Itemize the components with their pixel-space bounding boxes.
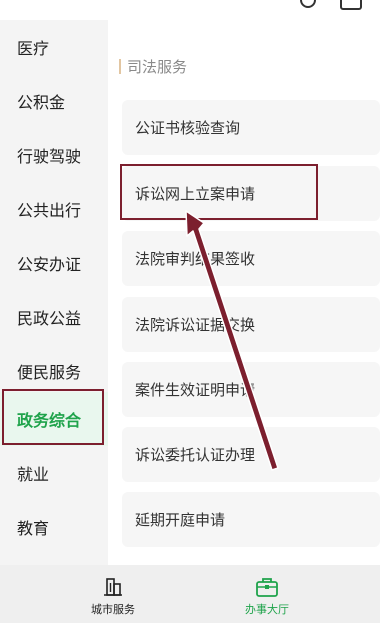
sidebar-item-label: 便民服务	[17, 363, 82, 382]
service-label: 诉讼网上立案申请	[135, 185, 256, 203]
service-effectiveness-certificate[interactable]: 案件生效证明申请	[122, 362, 380, 417]
sidebar-item-civil-affairs[interactable]: 民政公益	[0, 290, 108, 344]
service-online-case-filing[interactable]: 诉讼网上立案申请	[122, 166, 380, 221]
sidebar-item-label: 医疗	[17, 39, 50, 58]
sidebar-item-employment[interactable]: 就业	[0, 446, 108, 500]
sidebar-item-driving[interactable]: 行驶驾驶	[0, 128, 108, 182]
service-notary-verification[interactable]: 公证书核验查询	[122, 100, 380, 155]
building-icon	[104, 578, 122, 596]
service-label: 法院诉讼证据交换	[135, 316, 256, 334]
tab-service-hall[interactable]: 办事大厅	[207, 565, 327, 623]
message-icon[interactable]	[340, 0, 362, 10]
service-label: 案件生效证明申请	[135, 381, 256, 399]
section-title-text: 司法服务	[127, 58, 188, 76]
sidebar-item-label: 民政公益	[17, 309, 82, 328]
category-sidebar: 医疗 公积金 行驶驾驶 公共出行 公安办证 民政公益 便民服务 政务综合 就业 …	[0, 20, 108, 565]
service-evidence-exchange[interactable]: 法院诉讼证据交换	[122, 297, 380, 352]
service-power-of-attorney[interactable]: 诉讼委托认证办理	[122, 427, 380, 482]
service-label: 诉讼委托认证办理	[135, 446, 256, 464]
service-label: 公证书核验查询	[135, 119, 241, 137]
briefcase-icon	[256, 578, 278, 597]
sidebar-item-label: 政务综合	[17, 411, 82, 430]
service-list-panel: 司法服务 公证书核验查询 诉讼网上立案申请 法院审判结果签收 法院诉讼证据交换 …	[108, 20, 380, 565]
sidebar-item-convenience[interactable]: 便民服务	[0, 344, 108, 398]
service-label: 法院审判结果签收	[135, 250, 256, 268]
top-bar: ​	[0, 0, 380, 20]
sidebar-item-housing-fund[interactable]: 公积金	[0, 74, 108, 128]
sidebar-item-public-transport[interactable]: 公共出行	[0, 182, 108, 236]
sidebar-item-label: 行驶驾驶	[17, 147, 82, 166]
sidebar-item-medical[interactable]: 医疗	[0, 20, 108, 74]
service-label: 延期开庭申请	[135, 511, 226, 529]
tab-city-services[interactable]: 城市服务	[53, 565, 173, 623]
service-judgment-receipt[interactable]: 法院审判结果签收	[122, 231, 380, 286]
sidebar-item-label: 就业	[17, 465, 50, 484]
sidebar-item-police-certificates[interactable]: 公安办证	[0, 236, 108, 290]
service-postpone-hearing[interactable]: 延期开庭申请	[122, 492, 380, 547]
sidebar-item-education[interactable]: 教育	[0, 500, 108, 554]
section-title: 司法服务	[119, 56, 187, 77]
tab-label: 办事大厅	[245, 603, 289, 616]
bottom-nav: 城市服务 办事大厅	[0, 565, 380, 623]
sidebar-item-label: 公积金	[17, 93, 66, 112]
tab-label: 城市服务	[91, 603, 135, 616]
sidebar-item-label: 教育	[17, 519, 50, 538]
search-icon[interactable]	[300, 0, 316, 8]
sidebar-item-label: 公安办证	[17, 255, 82, 274]
sidebar-item-label: 公共出行	[17, 201, 82, 220]
sidebar-item-government-affairs[interactable]: 政务综合	[0, 392, 108, 446]
section-title-bar	[119, 59, 121, 74]
